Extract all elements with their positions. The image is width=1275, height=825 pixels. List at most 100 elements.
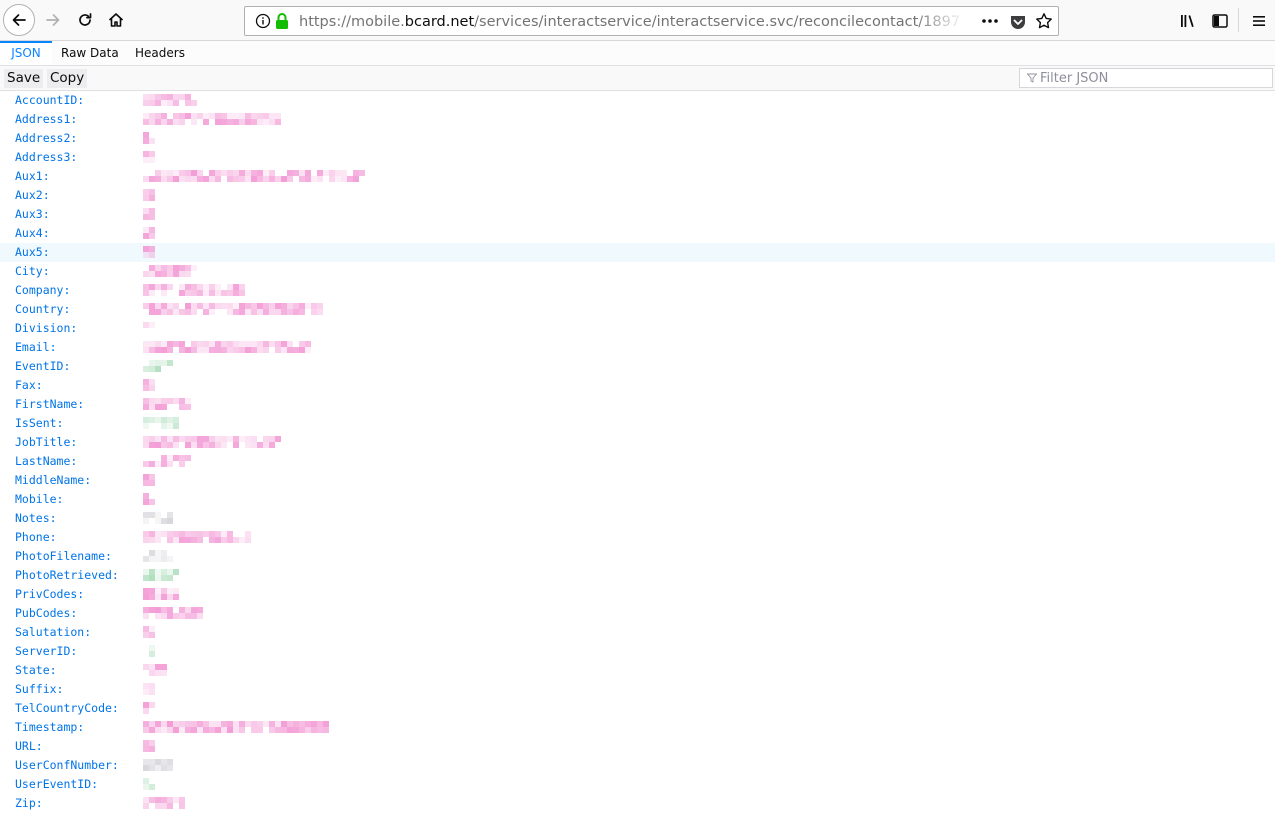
json-row[interactable]: Aux5: (0, 243, 1275, 262)
redaction-pixel (167, 556, 173, 562)
json-row[interactable]: LastName: (0, 452, 1275, 471)
back-button[interactable] (3, 4, 35, 36)
redaction-pixel (167, 765, 173, 771)
json-row[interactable]: Email: (0, 338, 1275, 357)
json-toolbar: Save Copy (0, 66, 1275, 91)
arrow-left-icon (12, 14, 26, 26)
json-key: Address1: (15, 112, 78, 126)
json-row[interactable]: Timestamp: (0, 718, 1275, 737)
save-button[interactable]: Save (4, 69, 44, 88)
redaction-pixel (215, 176, 221, 182)
json-key: Phone: (15, 530, 57, 544)
redaction-pixel (317, 176, 323, 182)
json-row[interactable]: UserEventID: (0, 775, 1275, 794)
json-key: IsSent: (15, 416, 64, 430)
redaction-pixel (173, 423, 179, 429)
redaction-pixel (179, 803, 185, 809)
json-key: Email: (15, 340, 57, 354)
json-row[interactable]: State: (0, 661, 1275, 680)
url-text[interactable]: https://mobile.bcard.net/services/intera… (299, 13, 959, 31)
json-row[interactable]: Zip: (0, 794, 1275, 813)
redaction-pixel (179, 119, 185, 125)
json-row[interactable]: Company: (0, 281, 1275, 300)
pocket-icon[interactable] (1009, 13, 1027, 31)
redaction-pixel (239, 290, 245, 296)
json-row[interactable]: Suffix: (0, 680, 1275, 699)
filter-icon (1027, 73, 1037, 83)
redaction-pixel (149, 702, 155, 708)
json-row[interactable]: AccountID: (0, 91, 1275, 110)
json-key: PhotoFilename: (15, 549, 112, 563)
json-row[interactable]: IsSent: (0, 414, 1275, 433)
redaction-pixel (191, 309, 197, 315)
tab-raw-data[interactable]: Raw Data (61, 41, 119, 65)
redaction-pixel (191, 265, 197, 271)
json-row[interactable]: Fax: (0, 376, 1275, 395)
lock-icon[interactable] (275, 12, 289, 30)
json-row[interactable]: URL: (0, 737, 1275, 756)
json-row[interactable]: Division: (0, 319, 1275, 338)
json-row[interactable]: EventID: (0, 357, 1275, 376)
json-row[interactable]: ServerID: (0, 642, 1275, 661)
redaction-pixel (239, 727, 245, 733)
hamburger-menu-icon[interactable] (1250, 12, 1268, 30)
json-row[interactable]: Salutation: (0, 623, 1275, 642)
copy-button[interactable]: Copy (47, 69, 88, 88)
json-row[interactable]: Phone: (0, 528, 1275, 547)
json-row[interactable]: Mobile: (0, 490, 1275, 509)
json-row[interactable]: Address2: (0, 129, 1275, 148)
redaction-pixel (359, 170, 365, 176)
info-icon[interactable] (255, 13, 271, 29)
tab-json[interactable]: JSON (0, 41, 52, 65)
redaction-pixel (149, 746, 155, 752)
json-row[interactable]: PubCodes: (0, 604, 1275, 623)
json-row[interactable]: PhotoFilename: (0, 547, 1275, 566)
toolbar-separator (1238, 8, 1239, 32)
json-row[interactable]: TelCountryCode: (0, 699, 1275, 718)
library-icon[interactable] (1179, 12, 1197, 30)
home-icon (108, 13, 124, 27)
redaction-pixel (143, 518, 149, 524)
redaction-pixel (167, 803, 173, 809)
json-key: Company: (15, 283, 71, 297)
redaction-pixel (185, 404, 191, 410)
redaction-pixel (167, 284, 173, 290)
json-key: PhotoRetrieved: (15, 568, 119, 582)
json-row[interactable]: Aux4: (0, 224, 1275, 243)
sidebar-icon[interactable] (1211, 12, 1229, 30)
json-row[interactable]: Aux3: (0, 205, 1275, 224)
tab-headers[interactable]: Headers (135, 41, 185, 65)
reload-button[interactable] (70, 5, 100, 35)
json-key: Zip: (15, 796, 43, 810)
filter-json-box[interactable] (1019, 68, 1273, 88)
url-bar[interactable]: https://mobile.bcard.net/services/intera… (244, 6, 1059, 36)
json-key: Aux5: (15, 245, 50, 259)
json-row[interactable]: Address3: (0, 148, 1275, 167)
json-row[interactable]: Country: (0, 300, 1275, 319)
redaction-pixel (191, 119, 197, 125)
filter-json-input[interactable] (1040, 69, 1268, 87)
json-row[interactable]: PrivCodes: (0, 585, 1275, 604)
json-row[interactable]: City: (0, 262, 1275, 281)
star-icon[interactable] (1035, 12, 1053, 30)
json-key: FirstName: (15, 397, 85, 411)
json-key: Aux1: (15, 169, 50, 183)
json-row[interactable]: Aux2: (0, 186, 1275, 205)
redaction-pixel (161, 404, 167, 410)
json-row[interactable]: Address1: (0, 110, 1275, 129)
redaction-pixel (149, 138, 155, 144)
json-row[interactable]: MiddleName: (0, 471, 1275, 490)
redaction-pixel (269, 442, 275, 448)
json-row[interactable]: FirstName: (0, 395, 1275, 414)
redaction-pixel (167, 575, 173, 581)
json-row[interactable]: UserConfNumber: (0, 756, 1275, 775)
redaction-pixel (197, 613, 203, 619)
json-row[interactable]: PhotoRetrieved: (0, 566, 1275, 585)
json-row[interactable]: JobTitle: (0, 433, 1275, 452)
json-row[interactable]: Notes: (0, 509, 1275, 528)
redaction-pixel (149, 632, 155, 638)
home-button[interactable] (101, 5, 131, 35)
json-row[interactable]: Aux1: (0, 167, 1275, 186)
forward-button[interactable] (38, 5, 68, 35)
more-horizontal-icon[interactable] (980, 13, 1000, 29)
